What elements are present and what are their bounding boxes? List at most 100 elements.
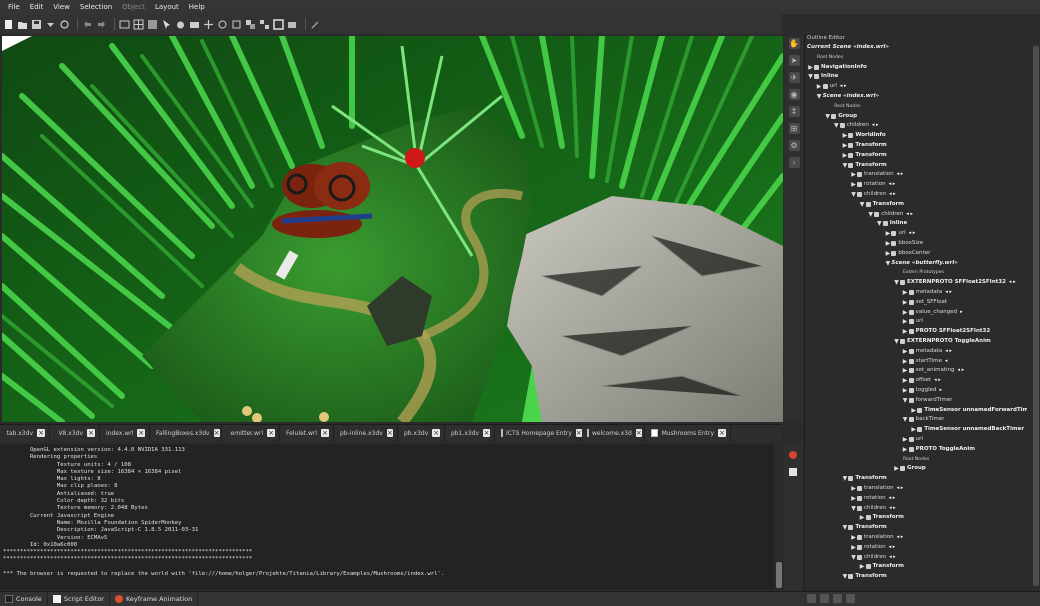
menu-edit[interactable]: Edit: [25, 0, 49, 14]
view-all-icon[interactable]: ⊞: [788, 123, 800, 134]
outline-node[interactable]: ▼ forwardTimer: [902, 396, 953, 405]
console-scrollbar[interactable]: [775, 444, 783, 590]
collapsed-arrow-icon[interactable]: ▶: [902, 386, 909, 395]
expanded-arrow-icon[interactable]: ▼: [902, 415, 909, 424]
outline-node[interactable]: ▶ TimeSensor unnamedForwardTimer: [910, 406, 1027, 415]
expanded-arrow-icon[interactable]: ▼: [833, 121, 840, 130]
outline-node[interactable]: ▼ children ◂ ▸: [850, 190, 896, 199]
expanded-arrow-icon[interactable]: ▼: [850, 553, 857, 562]
outline-node[interactable]: ▶ WorldInfo: [841, 131, 886, 140]
collapsed-arrow-icon[interactable]: ▶: [850, 170, 857, 179]
route-connector-icon[interactable]: ◂ ▸: [897, 533, 904, 542]
outline-node[interactable]: ▼ children ◂ ▸: [833, 121, 879, 130]
outline-node[interactable]: Root Nodes: [903, 455, 929, 464]
outline-node[interactable]: ▶ translation ◂ ▸: [850, 170, 903, 179]
route-connector-icon[interactable]: ◂ ▸: [889, 180, 896, 189]
record-icon[interactable]: [789, 451, 797, 459]
look-icon[interactable]: ◉: [788, 89, 800, 100]
outline-node[interactable]: ▼ Group: [824, 112, 857, 121]
expanded-arrow-icon[interactable]: ▼: [876, 219, 883, 228]
file-tab[interactable]: ICTS Homepage Entry ×: [495, 425, 582, 441]
collapsed-arrow-icon[interactable]: ▶: [807, 63, 814, 72]
outline-node[interactable]: ▶ startTime ◂: [902, 357, 948, 366]
close-icon[interactable]: ×: [87, 429, 95, 437]
file-tab[interactable]: emitter.wrl ×: [222, 425, 280, 441]
grid-icon[interactable]: [133, 19, 144, 30]
route-connector-icon[interactable]: ◂: [945, 357, 948, 366]
close-icon[interactable]: ×: [137, 429, 145, 437]
rotate-icon[interactable]: [217, 19, 228, 30]
outline-node[interactable]: ▶ metadata ◂ ▸: [902, 347, 952, 356]
close-icon[interactable]: ×: [386, 429, 393, 437]
route-connector-icon[interactable]: ◂ ▸: [945, 347, 952, 356]
outline-node[interactable]: ▶ Transform: [859, 562, 904, 571]
expanded-arrow-icon[interactable]: ▼: [807, 72, 814, 81]
outline-node[interactable]: ▶ metadata ◂ ▸: [902, 288, 952, 297]
route-connector-icon[interactable]: ◂ ▸: [897, 484, 904, 493]
collapsed-arrow-icon[interactable]: ▶: [910, 425, 917, 434]
outline-node[interactable]: Extern Prototypes: [903, 268, 944, 277]
refresh-icon[interactable]: [59, 19, 70, 30]
clear-icon[interactable]: [789, 468, 797, 476]
collapsed-arrow-icon[interactable]: ▶: [902, 327, 909, 336]
import-icon[interactable]: [119, 19, 130, 30]
outline-node[interactable]: ▶ rotation ◂ ▸: [850, 180, 895, 189]
outline-node[interactable]: Current Scene «index.wrl»: [807, 43, 889, 52]
collapsed-arrow-icon[interactable]: ▶: [902, 445, 909, 454]
collapsed-arrow-icon[interactable]: ▶: [850, 543, 857, 552]
outline-node[interactable]: ▼ Inline: [876, 219, 907, 228]
expand-icon[interactable]: [833, 594, 842, 603]
outline-node[interactable]: ▶ TimeSensor unnamedBackTimer: [910, 425, 1024, 434]
close-icon[interactable]: ×: [37, 429, 45, 437]
hand-icon[interactable]: ✋: [788, 38, 800, 49]
file-tab[interactable]: pb-inline.x3dv ×: [334, 425, 398, 441]
file-tab[interactable]: tab.x3dv ×: [0, 425, 50, 441]
outline-node[interactable]: ▶ Transform: [841, 141, 887, 150]
route-connector-icon[interactable]: ◂ ▸: [934, 376, 941, 385]
route-connector-icon[interactable]: ◂ ▸: [945, 288, 952, 297]
route-connector-icon[interactable]: ◂ ▸: [889, 494, 896, 503]
menu-layout[interactable]: Layout: [150, 0, 184, 14]
close-icon[interactable]: ×: [635, 429, 642, 437]
route-connector-icon[interactable]: ◂ ▸: [958, 366, 965, 375]
outline-node[interactable]: ▶ set_animating ◂ ▸: [902, 366, 965, 375]
outline-node[interactable]: ▼ Scene «butterfly.wrl»: [884, 259, 958, 268]
outline-node[interactable]: ▶ PROTO SFFloat2SFInt32: [902, 327, 990, 336]
move-icon[interactable]: [203, 19, 214, 30]
collapsed-arrow-icon[interactable]: ▶: [850, 494, 857, 503]
outline-node[interactable]: ▼ Transform: [841, 572, 887, 581]
expanded-arrow-icon[interactable]: ▼: [850, 190, 857, 199]
collapsed-arrow-icon[interactable]: ▶: [902, 298, 909, 307]
collapsed-arrow-icon[interactable]: ▶: [850, 484, 857, 493]
menu-selection[interactable]: Selection: [75, 0, 117, 14]
select-icon[interactable]: [161, 19, 172, 30]
expanded-arrow-icon[interactable]: ▼: [859, 200, 866, 209]
route-connector-icon[interactable]: ▸: [940, 386, 943, 395]
outline-node[interactable]: ▼ Inline: [807, 72, 838, 81]
eye-icon[interactable]: [820, 594, 829, 603]
bottom-tab-console[interactable]: Console: [0, 592, 48, 606]
route-connector-icon[interactable]: ◂ ▸: [840, 82, 847, 91]
outline-node[interactable]: ▼ EXTERNPROTO SFFloat2SFInt32 ◂ ▸: [893, 278, 1015, 287]
filter-icon[interactable]: [846, 594, 855, 603]
undo-icon[interactable]: [82, 19, 93, 30]
outline-scrollbar[interactable]: [1033, 44, 1039, 586]
outline-node[interactable]: ▶ PROTO ToggleAnim: [902, 445, 975, 454]
collapsed-arrow-icon[interactable]: ▶: [884, 239, 891, 248]
outline-node[interactable]: ▶ url: [902, 435, 923, 444]
route-connector-icon[interactable]: ◂ ▸: [897, 170, 904, 179]
outline-node[interactable]: ▶ url ◂ ▸: [884, 229, 916, 238]
close-icon[interactable]: ×: [267, 429, 275, 437]
menu-file[interactable]: File: [3, 0, 25, 14]
route-connector-icon[interactable]: ◂ ▸: [889, 543, 896, 552]
fly-icon[interactable]: ✈: [788, 72, 800, 83]
route-connector-icon[interactable]: ◂ ▸: [889, 553, 896, 562]
outline-node[interactable]: ▶ url: [902, 317, 923, 326]
frame-icon[interactable]: [273, 18, 284, 30]
outline-node[interactable]: ▶ translation ◂ ▸: [850, 484, 903, 493]
gear-icon[interactable]: [807, 594, 816, 603]
straighten-icon[interactable]: ↕: [788, 106, 800, 117]
menu-help[interactable]: Help: [184, 0, 210, 14]
outline-node[interactable]: ▼ children ◂ ▸: [850, 504, 896, 513]
expanded-arrow-icon[interactable]: ▼: [893, 278, 900, 287]
